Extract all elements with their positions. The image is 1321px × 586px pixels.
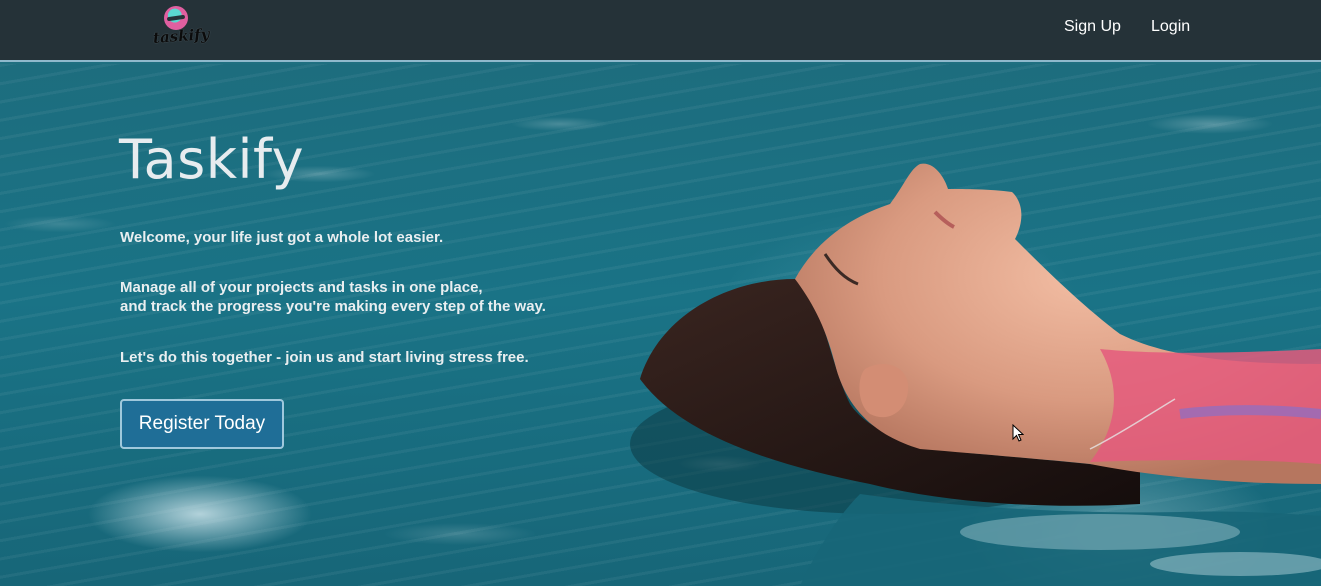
logo-text: taskify: [152, 25, 210, 47]
hero-manage-text-line1: Manage all of your projects and tasks in…: [120, 279, 483, 296]
register-today-button[interactable]: Register Today: [120, 399, 284, 449]
taskify-logo[interactable]: taskify: [150, 4, 210, 54]
nav-sign-up-link[interactable]: Sign Up: [1064, 18, 1121, 36]
woman-floating-photo: [630, 163, 1321, 586]
hero-together-text: Let's do this together - join us and sta…: [120, 349, 529, 366]
hero-section: Taskify Welcome, your life just got a wh…: [0, 64, 1321, 586]
hero-title: Taskify: [119, 128, 305, 191]
mouse-pointer-icon: [1012, 424, 1024, 442]
top-navbar: taskify Sign Up Login: [0, 0, 1321, 62]
nav-login-link[interactable]: Login: [1151, 18, 1190, 36]
hero-welcome-text: Welcome, your life just got a whole lot …: [120, 229, 444, 246]
hero-manage-text-line2: and track the progress you're making eve…: [120, 298, 546, 315]
